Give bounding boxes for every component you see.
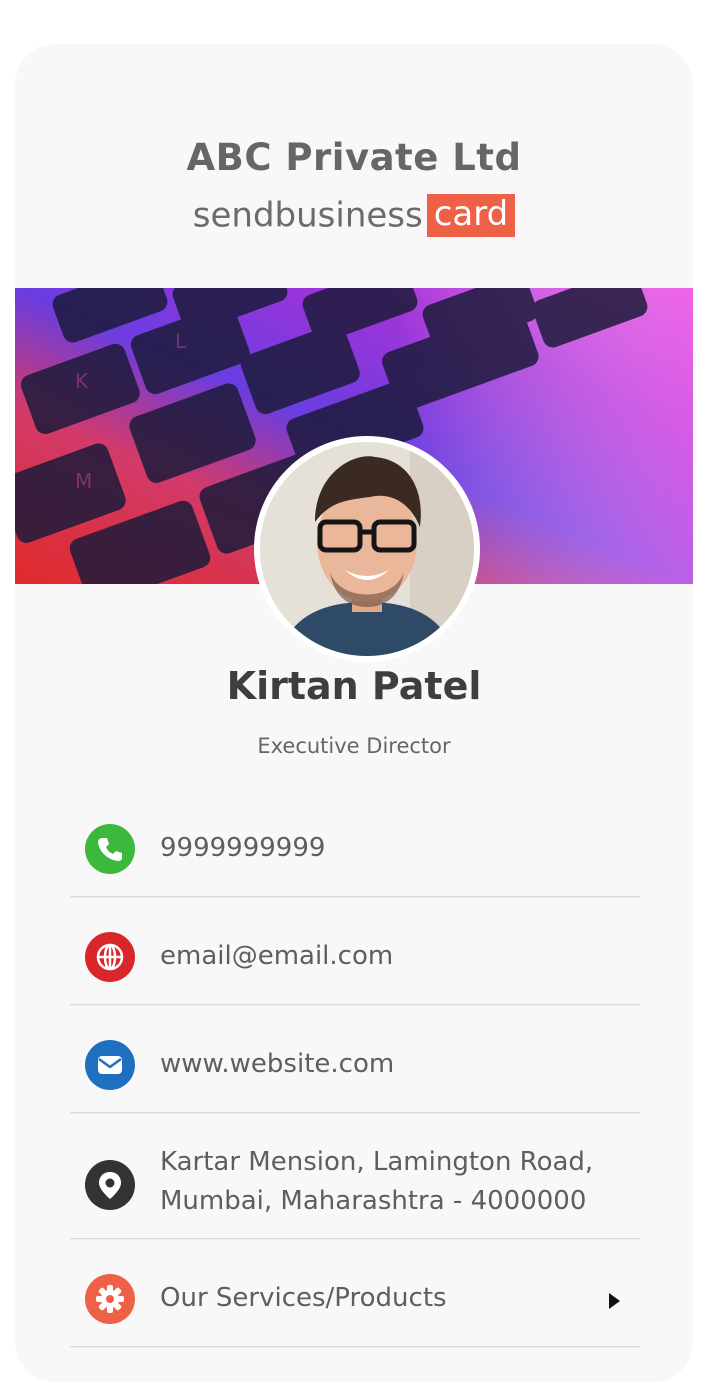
email-address: email@email.com — [160, 941, 394, 971]
envelope-icon — [85, 1040, 135, 1090]
location-pin-icon — [85, 1160, 135, 1210]
brand-logo: sendbusiness card — [15, 194, 693, 237]
services-products-label: Our Services/Products — [160, 1283, 447, 1313]
svg-text:M: M — [75, 469, 92, 493]
brand-logo-text: sendbusiness — [192, 195, 423, 236]
svg-text:K: K — [75, 369, 89, 393]
phone-icon — [85, 824, 135, 874]
address-line-1: Kartar Mension, Lamington Road, — [160, 1147, 594, 1177]
services-products-link[interactable]: Our Services/Products — [70, 1256, 640, 1347]
business-card: ABC Private Ltd sendbusiness card L K M … — [15, 44, 693, 1382]
person-title: Executive Director — [257, 734, 451, 758]
contact-row-email[interactable]: email@email.com — [70, 914, 640, 1005]
website-url: www.website.com — [160, 1049, 395, 1079]
contact-row-website[interactable]: www.website.com — [70, 1022, 640, 1113]
globe-icon — [85, 932, 135, 982]
brand-logo-badge: card — [426, 194, 516, 237]
gear-icon — [85, 1274, 135, 1324]
contact-row-phone[interactable]: 9999999999 — [70, 806, 640, 897]
person-name: Kirtan Patel — [226, 664, 482, 708]
address-line-2: Mumbai, Maharashtra - 4000000 — [160, 1186, 587, 1216]
company-name: ABC Private Ltd — [186, 136, 522, 179]
svg-text:L: L — [175, 329, 187, 353]
chevron-right-icon — [609, 1293, 620, 1309]
profile-photo — [254, 436, 480, 662]
phone-number: 9999999999 — [160, 833, 326, 863]
contact-row-address[interactable]: Kartar Mension, Lamington Road, Mumbai, … — [70, 1130, 640, 1239]
